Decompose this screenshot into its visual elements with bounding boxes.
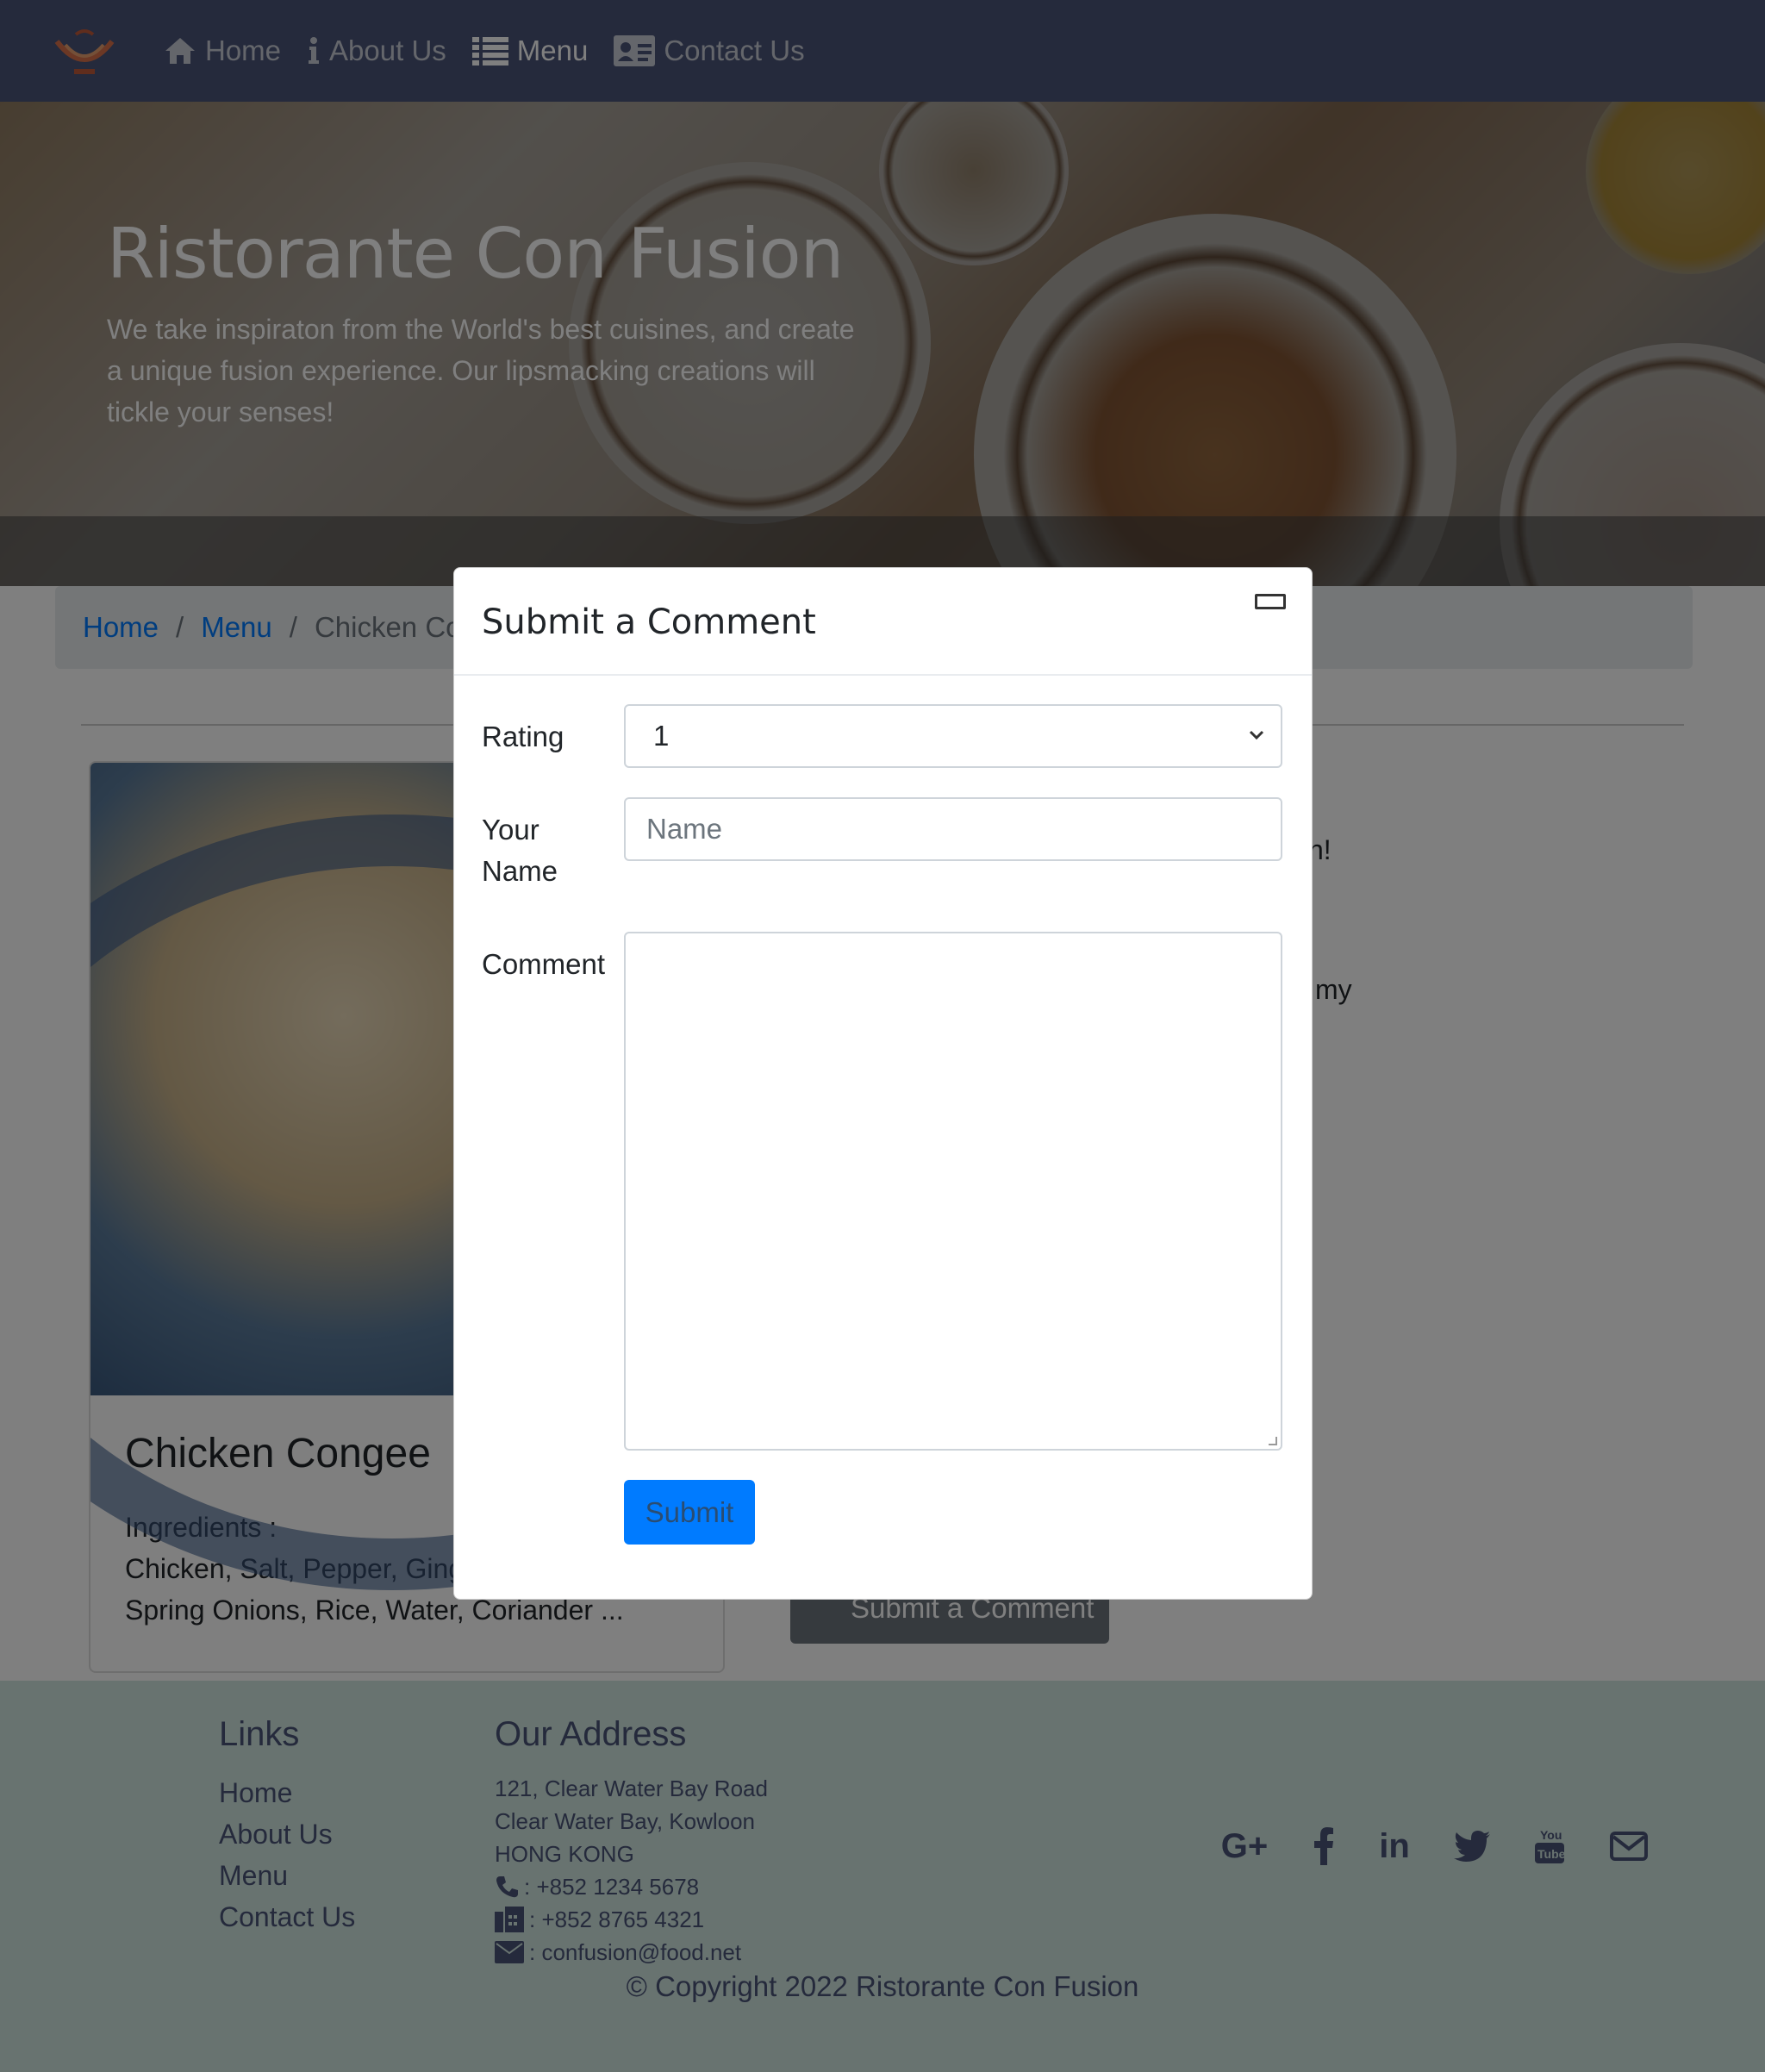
comment-modal: Submit a Comment Rating 1 Your Name Name… <box>453 567 1313 1600</box>
name-label-line: Name <box>482 855 558 887</box>
name-label: Your Name <box>482 809 558 892</box>
rating-label: Rating <box>482 721 564 752</box>
chevron-down-icon <box>1249 730 1264 740</box>
comment-label: Comment <box>482 948 606 980</box>
rating-value: 1 <box>653 720 670 752</box>
resize-handle-icon[interactable] <box>1269 1437 1277 1445</box>
name-input[interactable]: Name <box>624 797 1282 861</box>
modal-title: Submit a Comment <box>482 602 816 642</box>
modal-header: Submit a Comment <box>454 568 1312 676</box>
submit-button-label: Submit <box>645 1495 734 1528</box>
close-icon[interactable] <box>1255 594 1286 609</box>
comment-textarea[interactable] <box>624 932 1282 1451</box>
submit-button[interactable]: Submit <box>624 1480 755 1545</box>
rating-select[interactable]: 1 <box>624 704 1282 768</box>
name-label-line: Your <box>482 814 539 846</box>
